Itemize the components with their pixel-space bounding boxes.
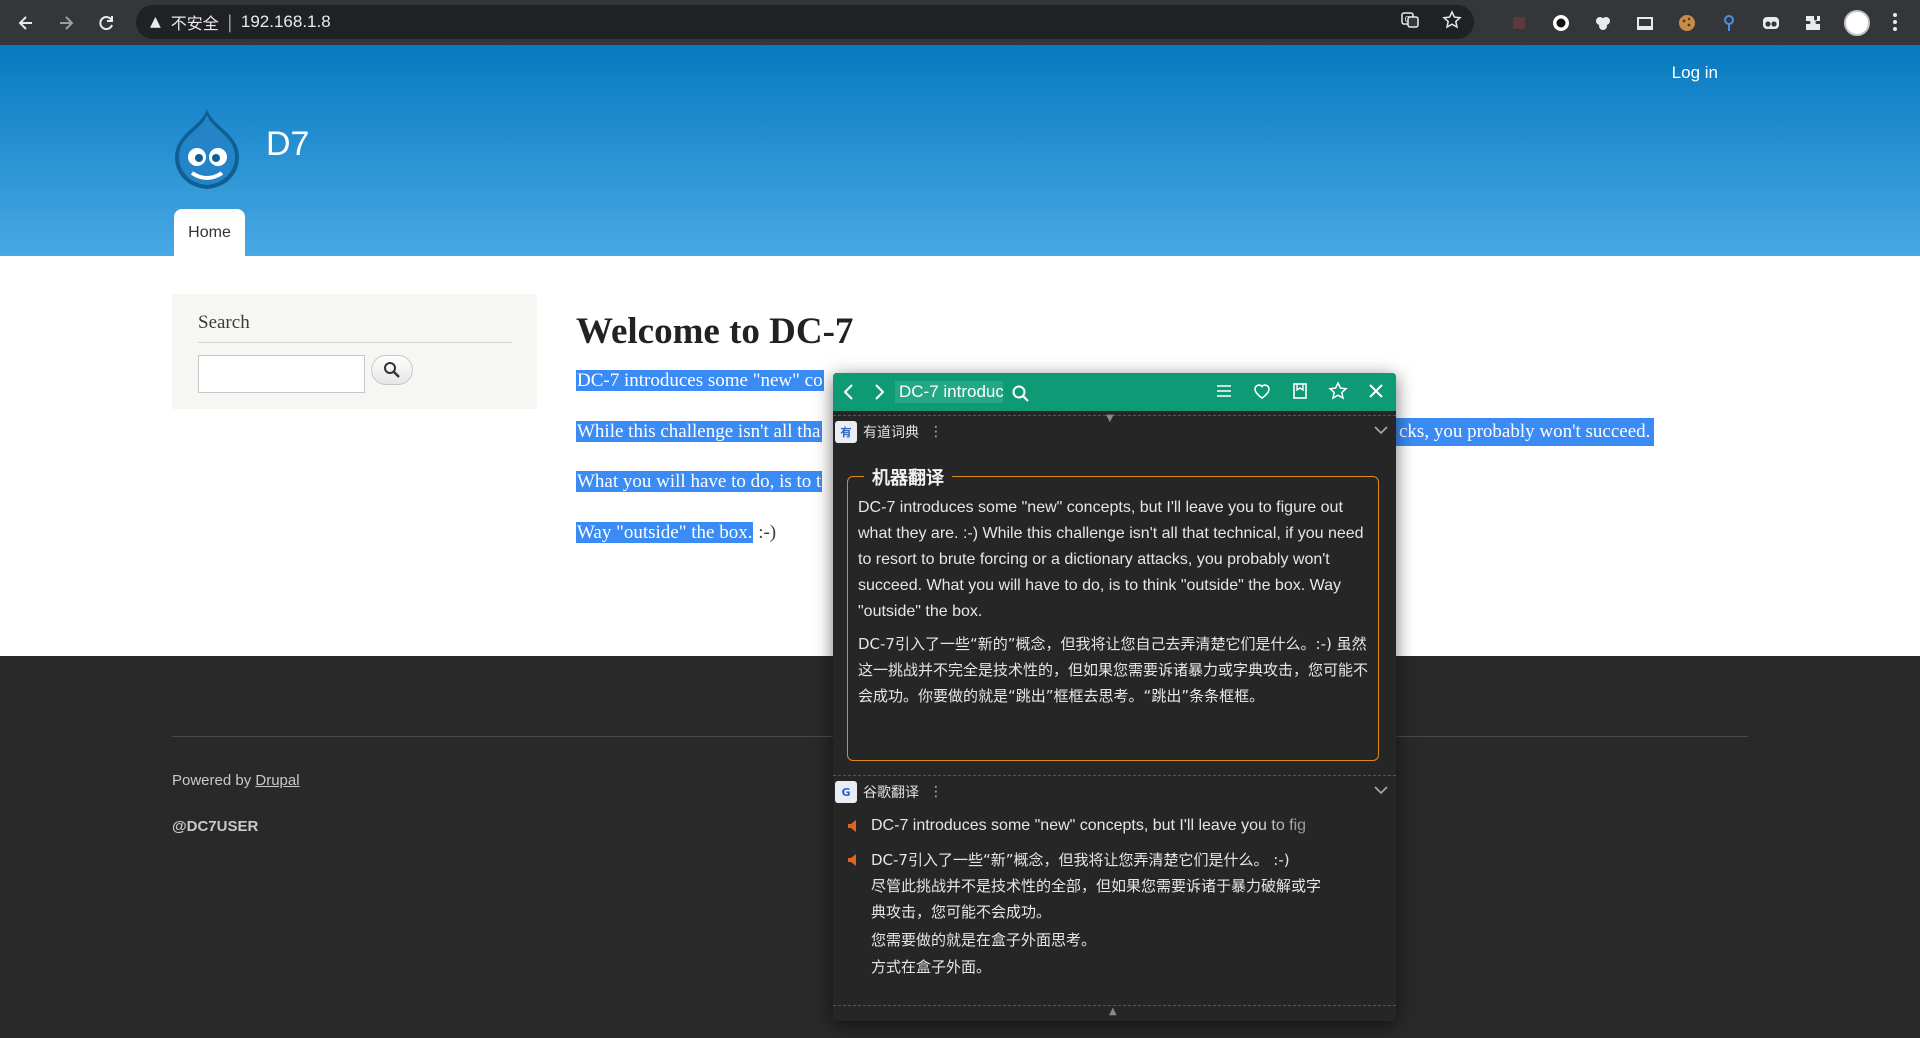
- paragraph-3: What you will have to do, is to t: [576, 468, 823, 496]
- extension-circle-icon[interactable]: [1550, 12, 1572, 34]
- search-input[interactable]: [198, 355, 365, 393]
- google-translation: DC-7 introduces some "new" concepts, but…: [847, 813, 1382, 979]
- selected-text-tail: cks, you probably won't succeed.: [1395, 418, 1655, 446]
- google-source-text: DC-7 introduces some "new" concepts, but…: [871, 817, 1307, 834]
- paragraph-2: While this challenge isn't all tha: [576, 418, 822, 446]
- google-more-icon[interactable]: ⋮: [929, 784, 943, 800]
- search-button[interactable]: [371, 355, 413, 385]
- popup-divider: [833, 415, 1396, 416]
- drupal-logo-icon[interactable]: [170, 107, 244, 191]
- browser-toolbar: ▲ 不安全 | 192.168.1.8 G: [0, 0, 1920, 45]
- google-result-line: 典攻击，您可能不会成功。: [871, 903, 1052, 921]
- translate-icon[interactable]: G: [1400, 10, 1420, 34]
- chevron-down-icon[interactable]: [1372, 781, 1390, 803]
- popup-header: DC-7 introduces: [833, 373, 1396, 411]
- selected-text: While this challenge isn't all tha: [576, 421, 822, 442]
- youdao-section-header[interactable]: 有 有道词典 ⋮: [835, 419, 1390, 445]
- selected-text: Way "outside" the box.: [576, 522, 754, 543]
- machine-translation-label: 机器翻译: [864, 464, 952, 490]
- google-result-line: 您需要做的就是在盒子外面思考。: [871, 931, 1097, 949]
- search-title: Search: [198, 312, 250, 333]
- extension-screen-icon[interactable]: [1634, 12, 1656, 34]
- google-source-line: DC-7 introduces some "new" concepts, but…: [847, 813, 1382, 839]
- cookie-icon[interactable]: [1676, 12, 1698, 34]
- bookmark-icon[interactable]: [1290, 381, 1310, 405]
- search-divider: [198, 342, 512, 343]
- pin-icon[interactable]: [1718, 12, 1740, 34]
- selected-text: What you will have to do, is to t: [576, 471, 823, 492]
- extensions-bar: [1508, 0, 1870, 45]
- powered-by-label: Powered by: [172, 772, 256, 789]
- search-icon[interactable]: [1009, 382, 1033, 406]
- url-text[interactable]: 192.168.1.8: [241, 12, 331, 32]
- machine-translation-box: 机器翻译 DC-7 introduces some "new" concepts…: [847, 464, 1379, 761]
- google-title: 谷歌翻译: [863, 785, 919, 801]
- heart-icon[interactable]: [1252, 381, 1272, 405]
- extension-dark-icon[interactable]: [1508, 12, 1530, 34]
- paragraph-4: Way "outside" the box. :-): [576, 519, 776, 547]
- page-title: Welcome to DC-7: [576, 311, 854, 352]
- google-result-line: 尽管此挑战并不是技术性的全部，但如果您需要诉诸于暴力破解或字: [871, 877, 1322, 895]
- warning-icon[interactable]: ▲: [150, 14, 161, 30]
- speaker-icon[interactable]: [847, 819, 861, 833]
- chevron-down-icon[interactable]: [1372, 421, 1390, 443]
- profile-avatar[interactable]: [1844, 9, 1870, 36]
- footer-user: @DC7USER: [172, 818, 259, 835]
- popup-search-input[interactable]: DC-7 introduces: [895, 381, 1003, 403]
- paragraph-1: DC-7 introduces some "new" co: [576, 367, 824, 395]
- site-name[interactable]: D7: [266, 125, 309, 164]
- chevron-left-icon[interactable]: [837, 380, 861, 404]
- search-icon: [384, 362, 400, 378]
- speaker-icon[interactable]: [847, 853, 861, 867]
- drupal-link[interactable]: Drupal: [255, 772, 299, 789]
- selected-text: DC-7 introduces some "new" co: [576, 370, 824, 391]
- google-result-text: DC-7引入了一些“新”概念，但我将让您弄清楚它们是什么。 :-): [871, 851, 1290, 869]
- login-link[interactable]: Log in: [1672, 63, 1718, 83]
- paragraph-4-rest: :-): [753, 522, 777, 543]
- google-result-line: 方式在盒子外面。: [871, 958, 992, 976]
- site-header: Log in D7 Home: [0, 45, 1920, 256]
- powered-by: Powered by Drupal: [172, 772, 300, 789]
- menu-icon[interactable]: [1884, 11, 1906, 33]
- extensions-icon[interactable]: [1802, 12, 1824, 34]
- star-icon[interactable]: [1442, 10, 1462, 34]
- machine-translation-result: DC-7引入了一些“新的”概念，但我将让您自己去弄清楚它们是什么。:-) 虽然这…: [858, 635, 1369, 705]
- back-icon[interactable]: [8, 5, 44, 41]
- youdao-more-icon[interactable]: ⋮: [929, 424, 943, 440]
- security-label[interactable]: 不安全: [171, 10, 219, 34]
- expand-caret-icon[interactable]: ▲: [1109, 1006, 1117, 1017]
- address-bar[interactable]: ▲ 不安全 | 192.168.1.8 G: [136, 5, 1474, 39]
- forward-icon[interactable]: [48, 5, 84, 41]
- extension-cloud-icon[interactable]: [1592, 12, 1614, 34]
- youdao-title: 有道词典: [863, 425, 919, 441]
- reload-icon[interactable]: [88, 5, 124, 41]
- tab-home[interactable]: Home: [174, 209, 245, 256]
- incognito-icon[interactable]: [1760, 12, 1782, 34]
- search-block: Search: [172, 294, 537, 409]
- google-section-header[interactable]: G 谷歌翻译 ⋮: [835, 779, 1390, 805]
- google-translate-icon: G: [835, 781, 857, 803]
- omnibox-separator: |: [226, 11, 233, 33]
- pin-icon[interactable]: [1328, 381, 1348, 405]
- youdao-icon: 有: [835, 421, 857, 443]
- chevron-right-icon[interactable]: [867, 380, 891, 404]
- machine-translation-source: DC-7 introduces some "new" concepts, but…: [858, 499, 1364, 620]
- menu-icon[interactable]: [1214, 381, 1234, 405]
- popup-divider: [833, 775, 1396, 776]
- close-icon[interactable]: [1366, 381, 1386, 405]
- dictionary-popup: DC-7 introduces ▼ 有 有道词典 ⋮ 机器翻译 DC-7 int…: [833, 373, 1396, 1021]
- google-result-line: DC-7引入了一些“新”概念，但我将让您弄清楚它们是什么。 :-): [847, 847, 1382, 873]
